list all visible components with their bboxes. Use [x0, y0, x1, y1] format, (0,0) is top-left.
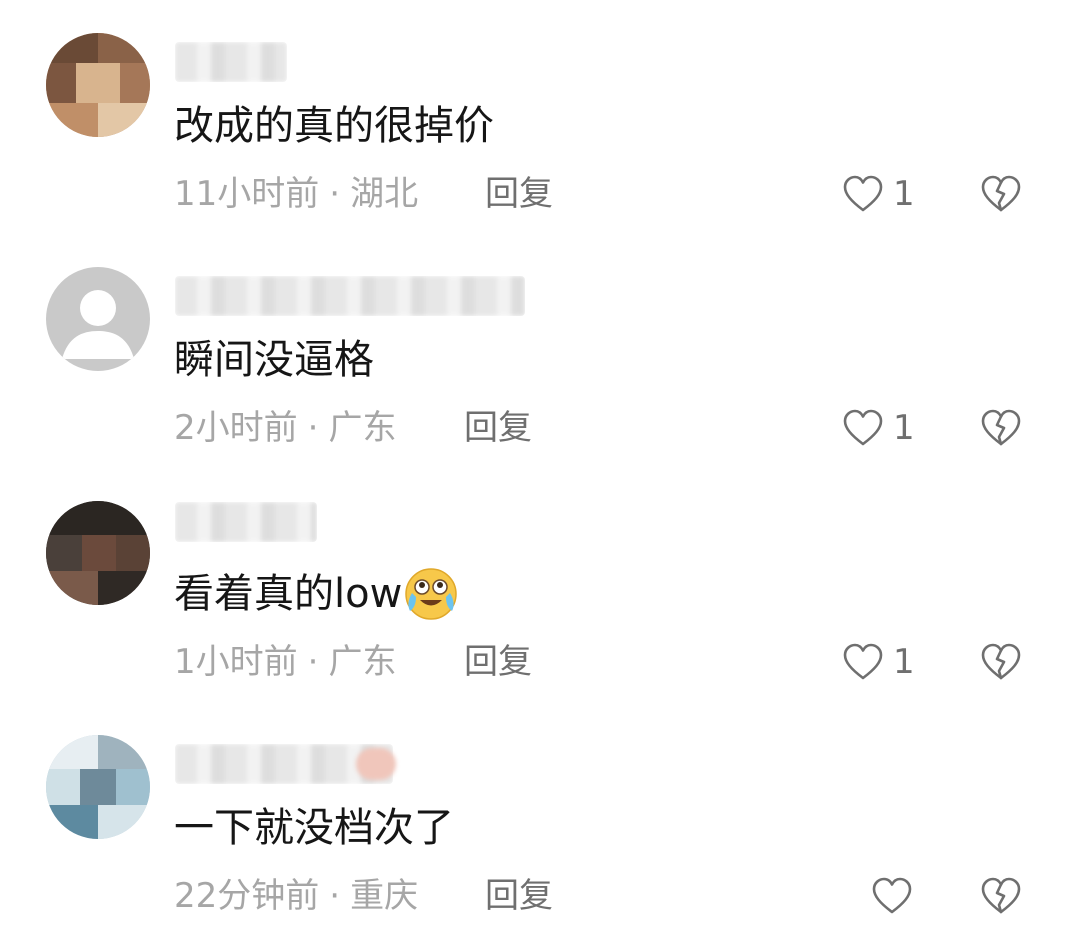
like-count: 1	[893, 642, 915, 682]
comment-text: 瞬间没逼格	[174, 337, 374, 383]
reply-button[interactable]: 回复	[485, 170, 553, 218]
comment-location: 广东	[328, 642, 397, 682]
comment-meta: 11小时前 · 湖北	[174, 170, 418, 218]
reply-button[interactable]: 回复	[464, 638, 532, 686]
heart-outline-icon	[843, 409, 883, 446]
redacted-badge	[356, 748, 396, 780]
avatar[interactable]	[46, 267, 150, 371]
comment-location: 广东	[328, 408, 397, 448]
comment-item: 看着真的low 1小时前 · 广东 回复 1	[0, 468, 1080, 702]
comment-time: 22分钟前	[174, 876, 320, 916]
comment-meta: 22分钟前 · 重庆	[174, 872, 418, 920]
comment-item: 瞬间没逼格 2小时前 · 广东 回复 1	[0, 234, 1080, 468]
comment-location: 湖北	[350, 174, 419, 214]
meta-separator: ·	[329, 876, 341, 916]
comment-item: 改成的真的很掉价 11小时前 · 湖北 回复 1	[0, 0, 1080, 234]
heart-outline-icon	[872, 877, 912, 914]
avatar[interactable]	[46, 501, 150, 605]
comment-location: 重庆	[350, 876, 419, 916]
like-button[interactable]: 1	[843, 170, 915, 218]
comment-text: 改成的真的很掉价	[174, 103, 494, 149]
username-redacted[interactable]	[175, 276, 525, 316]
username-redacted[interactable]	[175, 502, 317, 542]
comment-time: 2小时前	[174, 408, 298, 448]
broken-heart-icon	[981, 409, 1021, 446]
comment-meta: 2小时前 · 广东	[174, 404, 396, 452]
reply-button[interactable]: 回复	[464, 404, 532, 452]
like-button[interactable]: 1	[843, 404, 915, 452]
heart-outline-icon	[843, 643, 883, 680]
reply-button[interactable]: 回复	[485, 872, 553, 920]
avatar[interactable]	[46, 735, 150, 839]
like-button[interactable]	[872, 872, 912, 920]
broken-heart-icon	[981, 643, 1021, 680]
heart-outline-icon	[843, 175, 883, 212]
avatar[interactable]	[46, 33, 150, 137]
comment-text: 一下就没档次了	[174, 805, 454, 851]
broken-heart-icon	[981, 877, 1021, 914]
comment-time: 11小时前	[174, 174, 320, 214]
comment-time: 1小时前	[174, 642, 298, 682]
crying-laughing-emoji	[404, 567, 458, 621]
comment-item: 一下就没档次了 22分钟前 · 重庆 回复	[0, 702, 1080, 936]
like-count: 1	[893, 174, 915, 214]
meta-separator: ·	[329, 174, 341, 214]
like-count: 1	[893, 408, 915, 448]
dislike-button[interactable]	[981, 404, 1021, 452]
dislike-button[interactable]	[981, 170, 1021, 218]
broken-heart-icon	[981, 175, 1021, 212]
username-redacted[interactable]	[175, 42, 287, 82]
comment-meta: 1小时前 · 广东	[174, 638, 396, 686]
like-button[interactable]: 1	[843, 638, 915, 686]
comment-text: 看着真的low	[174, 566, 458, 622]
meta-separator: ·	[307, 408, 319, 448]
dislike-button[interactable]	[981, 638, 1021, 686]
dislike-button[interactable]	[981, 872, 1021, 920]
meta-separator: ·	[307, 642, 319, 682]
